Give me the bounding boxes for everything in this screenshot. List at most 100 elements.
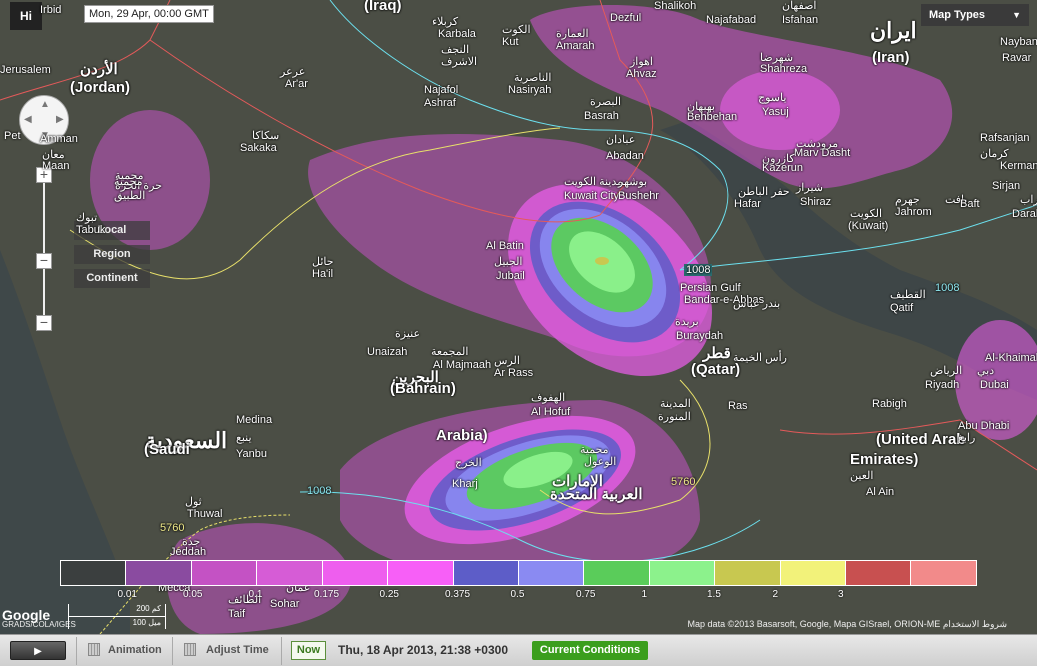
place-label: كرمان xyxy=(980,148,1009,160)
adjust-time-button[interactable]: Adjust Time xyxy=(206,644,269,656)
place-label: Ras xyxy=(728,400,748,412)
place-label: ينبع xyxy=(236,432,252,444)
place-label: Amarah xyxy=(556,40,595,52)
place-label: المجمعة xyxy=(431,346,469,358)
place-label: Yanbu xyxy=(236,448,267,460)
calendar-icon[interactable] xyxy=(184,643,196,656)
place-label: Ar'ar xyxy=(285,78,308,90)
place-label: Kut xyxy=(502,36,519,48)
place-label: (Bahrain) xyxy=(390,380,456,397)
place-label: Unaizah xyxy=(367,346,408,358)
place-label: Jubail xyxy=(496,270,525,282)
isobar-label: 1008 xyxy=(684,264,713,276)
weather-map[interactable]: Hi Mon, 29 Apr, 00:00 GMT Map Types ▼ ▲ … xyxy=(0,0,1037,634)
place-label: الوعول xyxy=(584,456,617,468)
place-label: ثول xyxy=(185,496,202,508)
place-label: Medina xyxy=(236,414,273,426)
place-label: Ahvaz xyxy=(626,68,657,80)
legend-tick-label: 0.5 xyxy=(510,589,525,600)
place-label: Hafar xyxy=(734,198,761,210)
data-source-credit: GRADS/COLA/IGES xyxy=(2,620,76,629)
place-label: جهرم xyxy=(895,194,920,206)
legend-swatch xyxy=(715,561,781,585)
zoom-out-button[interactable]: − xyxy=(36,315,52,331)
place-label: Al Hofuf xyxy=(531,406,571,418)
place-label: Shahreza xyxy=(760,63,808,75)
legend-tick-label: 3 xyxy=(838,589,844,600)
place-label: Ar Rass xyxy=(494,367,534,379)
place-label: Riyadh xyxy=(925,379,960,391)
isobar-label: 1008 xyxy=(307,485,332,497)
place-label: العين xyxy=(850,470,874,482)
place-label: Abu Dhabi xyxy=(958,420,1010,432)
legend-tick-label: 0.25 xyxy=(379,589,399,600)
legend-tick-label: 0.05 xyxy=(183,589,203,600)
place-label: الاشرف xyxy=(441,56,478,68)
animation-button[interactable]: Animation xyxy=(108,644,162,656)
pan-up-icon[interactable]: ▲ xyxy=(40,99,50,110)
legend-swatch xyxy=(191,561,258,585)
play-button[interactable]: ▶ xyxy=(10,641,66,660)
map-types-dropdown[interactable]: Map Types ▼ xyxy=(921,4,1029,26)
place-label: Al Batin xyxy=(486,240,524,252)
calendar-icon[interactable] xyxy=(88,643,100,656)
now-button[interactable]: Now xyxy=(291,641,326,660)
pan-right-icon[interactable]: ▶ xyxy=(56,114,64,125)
place-label: الكويت xyxy=(850,208,883,220)
map-types-label: Map Types xyxy=(929,9,986,21)
place-label: Kerman xyxy=(1000,160,1037,172)
zoom-level-continent[interactable]: Continent xyxy=(74,269,150,288)
place-label: حفر الباطن xyxy=(738,186,790,198)
place-label: Thuwal xyxy=(187,508,223,520)
legend-tick-label: 0.01 xyxy=(117,589,137,600)
place-label: Najafabad xyxy=(706,14,757,26)
legend-swatch xyxy=(257,561,323,585)
place-label: القطيف xyxy=(890,289,926,301)
place-label: محمية xyxy=(114,176,143,188)
legend-swatch xyxy=(126,561,192,585)
place-label: الطبيق xyxy=(114,190,146,202)
zoom-track[interactable] xyxy=(43,178,45,318)
chevron-down-icon: ▼ xyxy=(1012,10,1021,20)
place-label: بندر عباس xyxy=(733,298,781,310)
place-label: Marv Dasht xyxy=(794,147,851,159)
zoom-level-region[interactable]: Region xyxy=(74,245,150,264)
legend-swatch xyxy=(61,561,127,585)
place-label: Tabuk xyxy=(76,224,106,236)
place-label: العمارة xyxy=(556,28,589,40)
place-label: Al Ain xyxy=(866,486,895,498)
place-label: الكوت xyxy=(502,24,531,36)
terms-link[interactable]: شروط الاستخدام xyxy=(943,619,1007,629)
place-label: دبي xyxy=(977,365,995,377)
legend-tick-label: 0.375 xyxy=(445,589,471,600)
place-label: حائل xyxy=(312,256,334,268)
place-label: Dezful xyxy=(610,12,642,24)
place-label: الهفوف xyxy=(531,392,566,404)
place-label: Abadan xyxy=(606,150,644,162)
place-label: Jahrom xyxy=(895,206,932,218)
place-label: Amman xyxy=(40,133,78,145)
place-label: الرياض xyxy=(930,365,963,377)
place-label: Yasuj xyxy=(762,106,789,118)
map-scale: 200 كم 100 ميل xyxy=(68,604,166,629)
legend-swatch xyxy=(518,561,585,585)
place-label: Naybandan xyxy=(1000,36,1037,48)
app-logo[interactable]: Hi xyxy=(10,2,42,30)
place-label: Buraydah xyxy=(676,330,724,342)
place-label: Pet xyxy=(4,130,21,142)
isobar-label: 1008 xyxy=(935,282,960,294)
current-conditions-button[interactable]: Current Conditions xyxy=(532,641,648,660)
legend-swatch xyxy=(911,561,976,585)
place-label: (Kuwait) xyxy=(848,220,889,232)
place-label: Ashraf xyxy=(424,97,456,109)
place-label: مدينة الكويت xyxy=(564,176,624,188)
place-label: بوشهر xyxy=(618,176,648,188)
zoom-slider-handle[interactable]: − xyxy=(36,253,52,269)
place-label: عبادان xyxy=(606,134,636,146)
contour-label: 5760 xyxy=(671,476,696,488)
pan-left-icon[interactable]: ◀ xyxy=(24,114,32,125)
place-label: Rabigh xyxy=(872,398,907,410)
place-label: المدينة xyxy=(660,398,691,410)
place-label: الرس xyxy=(494,355,520,367)
legend-tick-label: 1 xyxy=(641,589,648,600)
